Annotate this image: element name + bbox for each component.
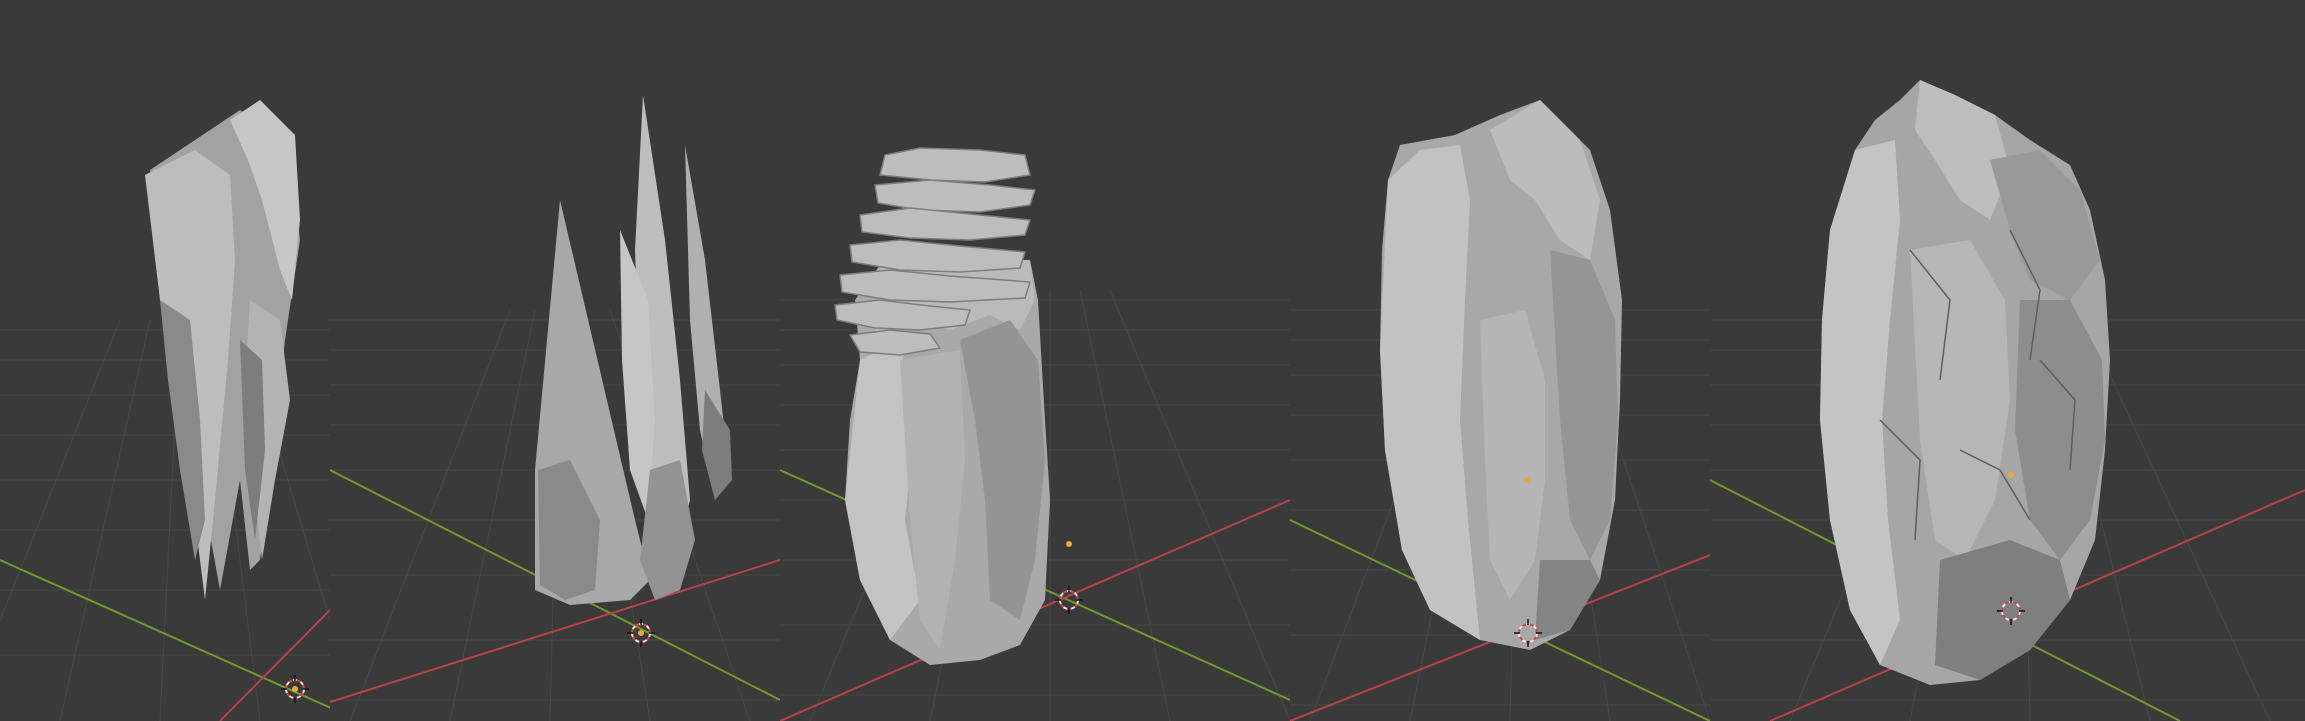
rock-layered-pillar[interactable]: [834, 147, 1050, 665]
viewport-canvas[interactable]: [780, 0, 1290, 721]
origin-icon: [1524, 477, 1530, 483]
viewport-strip[interactable]: [0, 0, 2305, 721]
origin-icon: [292, 686, 298, 692]
viewport-panel-1[interactable]: [0, 0, 330, 721]
viewport-canvas[interactable]: [330, 0, 780, 721]
origin-icon: [2008, 472, 2014, 478]
viewport-canvas[interactable]: [0, 0, 330, 721]
viewport-panel-4[interactable]: [1290, 0, 1710, 721]
viewport-canvas[interactable]: [1710, 0, 2305, 721]
viewport-canvas[interactable]: [1290, 0, 1710, 721]
origin-icon: [1066, 541, 1072, 547]
viewport-panel-5[interactable]: [1710, 0, 2305, 721]
origin-icon: [638, 630, 644, 636]
rock-boulder-cracked[interactable]: [1820, 80, 2110, 685]
viewport-panel-3[interactable]: [780, 0, 1290, 721]
rock-boulder-smooth[interactable]: [1380, 100, 1622, 650]
viewport-panel-2[interactable]: [330, 0, 780, 721]
